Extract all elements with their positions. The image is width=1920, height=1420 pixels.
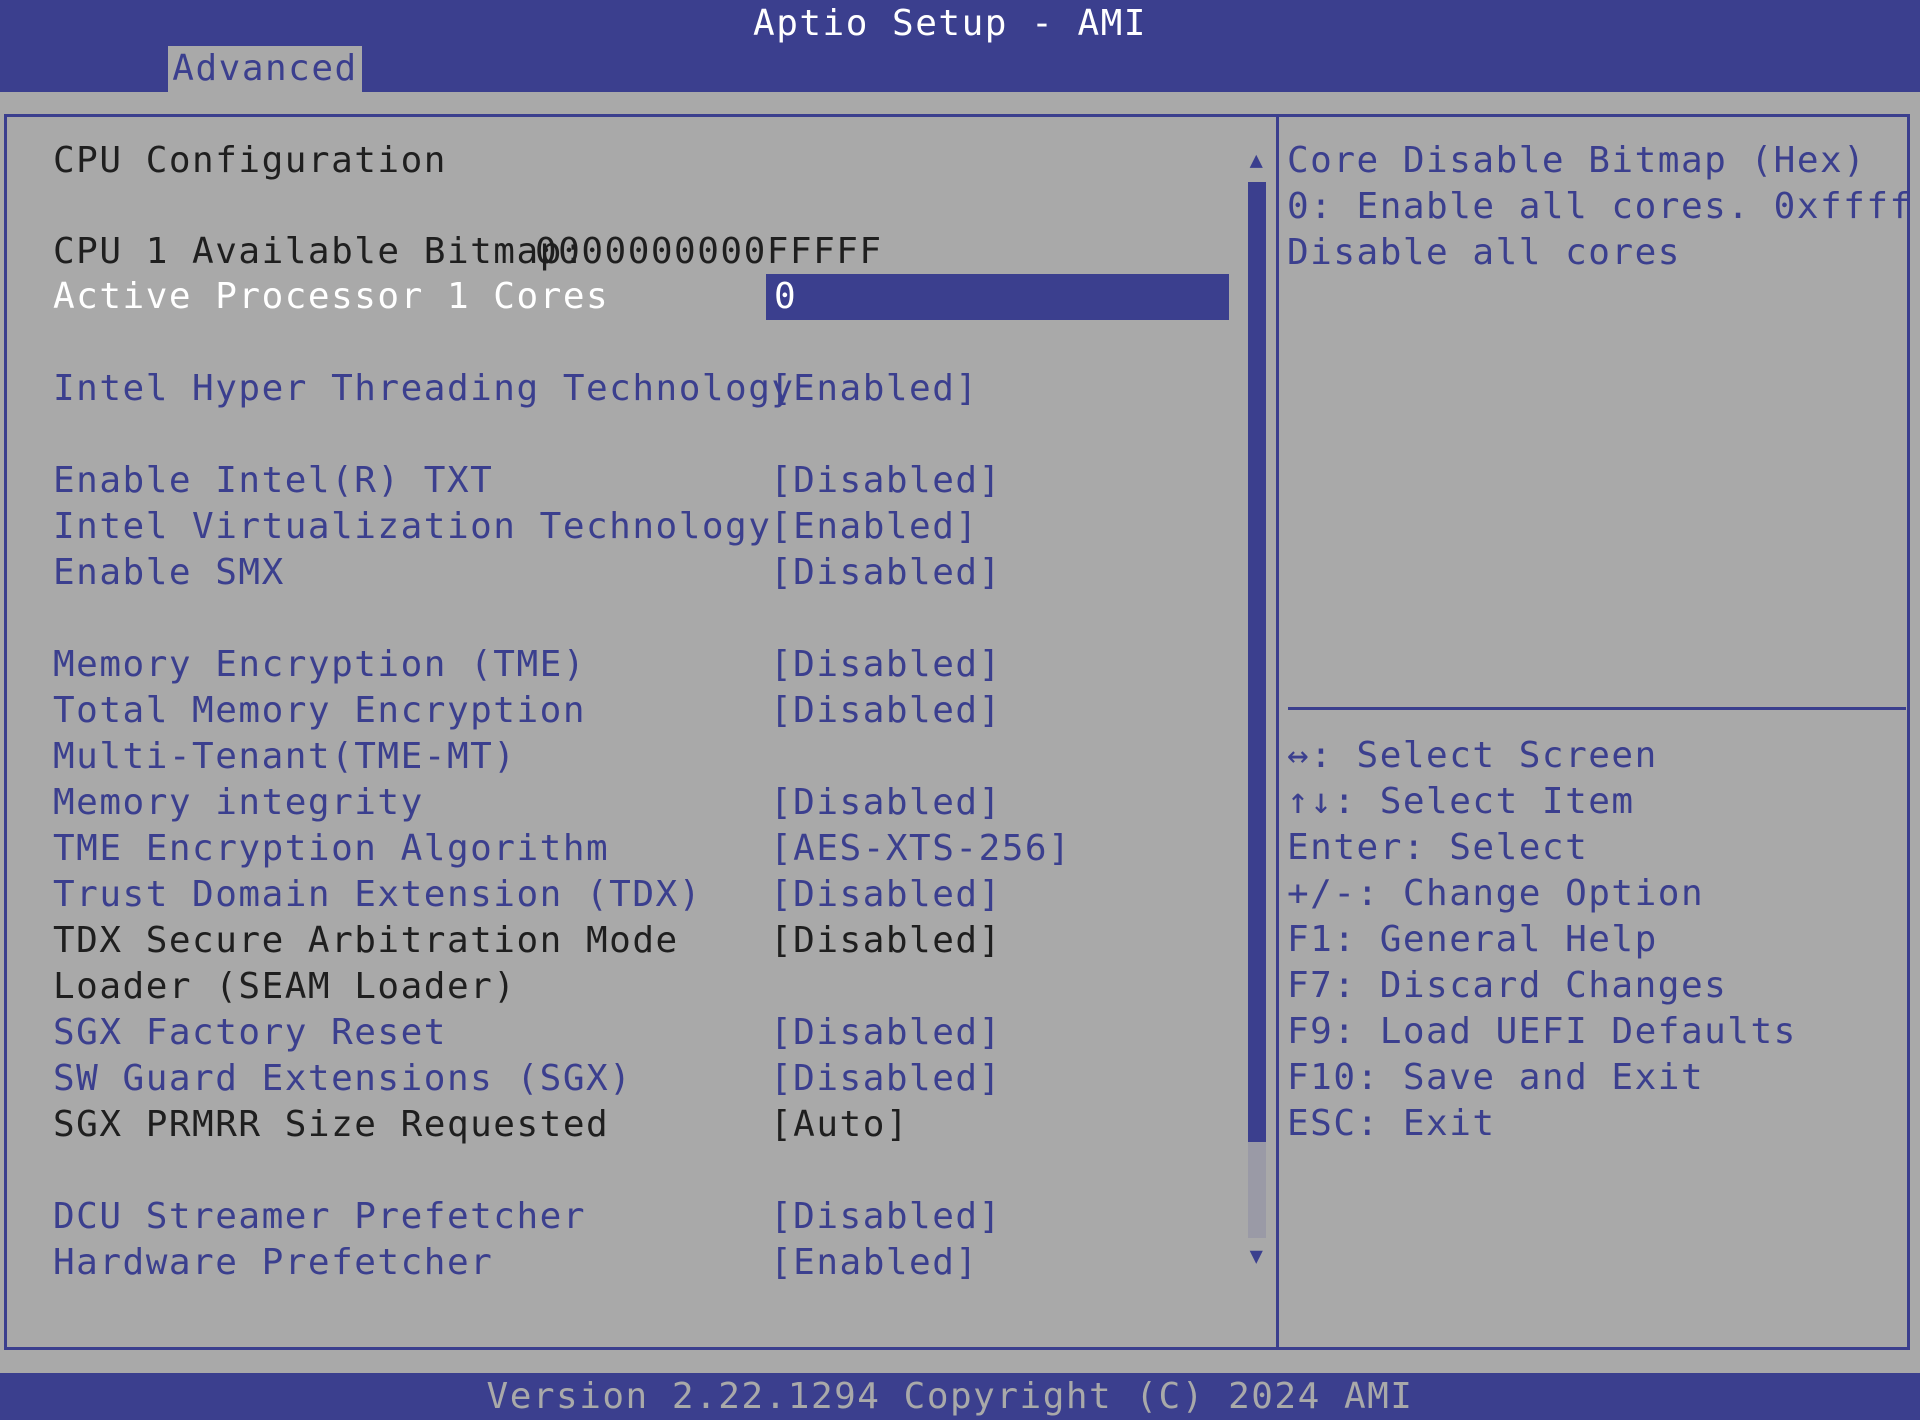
setting-value-prmrr-size: [Auto]: [770, 1104, 910, 1145]
setting-label-sgx-factory-reset[interactable]: SGX Factory Reset: [53, 1010, 447, 1056]
setting-label-txt[interactable]: Enable Intel(R) TXT: [53, 458, 493, 504]
panel-divider: [1276, 114, 1279, 1350]
setting-value-tme-algorithm[interactable]: [AES-XTS-256]: [770, 826, 1071, 872]
setting-value-smx[interactable]: [Disabled]: [770, 550, 1002, 596]
help-line-1: Core Disable Bitmap (Hex): [1287, 140, 1867, 181]
setting-label-smx[interactable]: Enable SMX: [53, 550, 285, 596]
key-help-enter: Enter: Select: [1287, 827, 1589, 868]
setting-label-tme-mt-cont[interactable]: Multi-Tenant(TME-MT): [53, 734, 516, 780]
setting-value-tdx[interactable]: [Disabled]: [770, 872, 1002, 918]
key-help-select-screen: ↔: Select Screen: [1287, 735, 1658, 776]
setting-label-tme-mt[interactable]: Total Memory Encryption: [53, 688, 586, 734]
version-text: Version 2.22.1294 Copyright (C) 2024 AMI: [486, 1376, 1414, 1417]
setting-label-seam-loader-cont: Loader (SEAM Loader): [53, 966, 517, 1007]
scrollbar-thumb[interactable]: [1248, 182, 1266, 1142]
bitmap-value: 0000000000FFFFF: [535, 231, 883, 272]
triangle-up-icon[interactable]: ▲: [1244, 148, 1270, 174]
key-help-f7: F7: Discard Changes: [1287, 965, 1728, 1006]
setting-value-memory-integrity[interactable]: [Disabled]: [770, 780, 1002, 826]
setting-value-sgx[interactable]: [Disabled]: [770, 1056, 1002, 1102]
setting-value-sgx-factory-reset[interactable]: [Disabled]: [770, 1010, 1002, 1056]
setting-label-tme-algorithm[interactable]: TME Encryption Algorithm: [53, 826, 609, 872]
setting-label-tdx[interactable]: Trust Domain Extension (TDX): [53, 872, 702, 918]
bitmap-label: CPU 1 Available Bitmap:: [53, 231, 586, 272]
triangle-down-icon[interactable]: ▼: [1244, 1244, 1270, 1270]
setting-label-tme[interactable]: Memory Encryption (TME): [53, 642, 586, 688]
footer-bar: Version 2.22.1294 Copyright (C) 2024 AMI: [0, 1373, 1920, 1420]
active-cores-input[interactable]: 0: [766, 274, 1229, 320]
setting-label-sgx[interactable]: SW Guard Extensions (SGX): [53, 1056, 632, 1102]
setting-value-tme-mt[interactable]: [Disabled]: [770, 688, 1002, 734]
tab-advanced[interactable]: Advanced: [168, 46, 362, 92]
setting-value-dcu-streamer[interactable]: [Disabled]: [770, 1194, 1002, 1240]
page-title: CPU Configuration: [53, 140, 447, 181]
app-title: Aptio Setup - AMI: [753, 3, 1147, 44]
setting-label-virtualization[interactable]: Intel Virtualization Technology: [53, 504, 771, 550]
key-help-f10: F10: Save and Exit: [1287, 1057, 1705, 1098]
setting-value-seam-loader: [Disabled]: [770, 920, 1002, 961]
key-help-change-option: +/-: Change Option: [1287, 873, 1705, 914]
setting-label-seam-loader: TDX Secure Arbitration Mode: [53, 920, 679, 961]
setting-value-hw-prefetcher[interactable]: [Enabled]: [770, 1240, 979, 1286]
setting-label-prmrr-size: SGX PRMRR Size Requested: [53, 1104, 610, 1145]
key-help-f1: F1: General Help: [1287, 919, 1658, 960]
setting-value-virtualization[interactable]: [Enabled]: [770, 504, 979, 550]
setting-label-dcu-streamer[interactable]: DCU Streamer Prefetcher: [53, 1194, 586, 1240]
setting-label-hw-prefetcher[interactable]: Hardware Prefetcher: [53, 1240, 493, 1286]
key-help-f9: F9: Load UEFI Defaults: [1287, 1011, 1797, 1052]
active-cores-label[interactable]: Active Processor 1 Cores: [53, 274, 609, 320]
help-divider: [1288, 707, 1906, 710]
key-help-esc: ESC: Exit: [1287, 1103, 1496, 1144]
setting-value-hyper-threading[interactable]: [Enabled]: [770, 366, 979, 412]
key-help-select-item: ↑↓: Select Item: [1287, 781, 1635, 822]
setting-label-hyper-threading[interactable]: Intel Hyper Threading Technology: [53, 366, 795, 412]
title-bar: Aptio Setup - AMI Advanced: [0, 0, 1920, 92]
help-line-2: 0: Enable all cores. 0xffff:: [1287, 186, 1920, 227]
setting-label-memory-integrity[interactable]: Memory integrity: [53, 780, 424, 826]
setting-value-txt[interactable]: [Disabled]: [770, 458, 1002, 504]
setting-value-tme[interactable]: [Disabled]: [770, 642, 1002, 688]
help-line-3: Disable all cores: [1287, 232, 1681, 273]
